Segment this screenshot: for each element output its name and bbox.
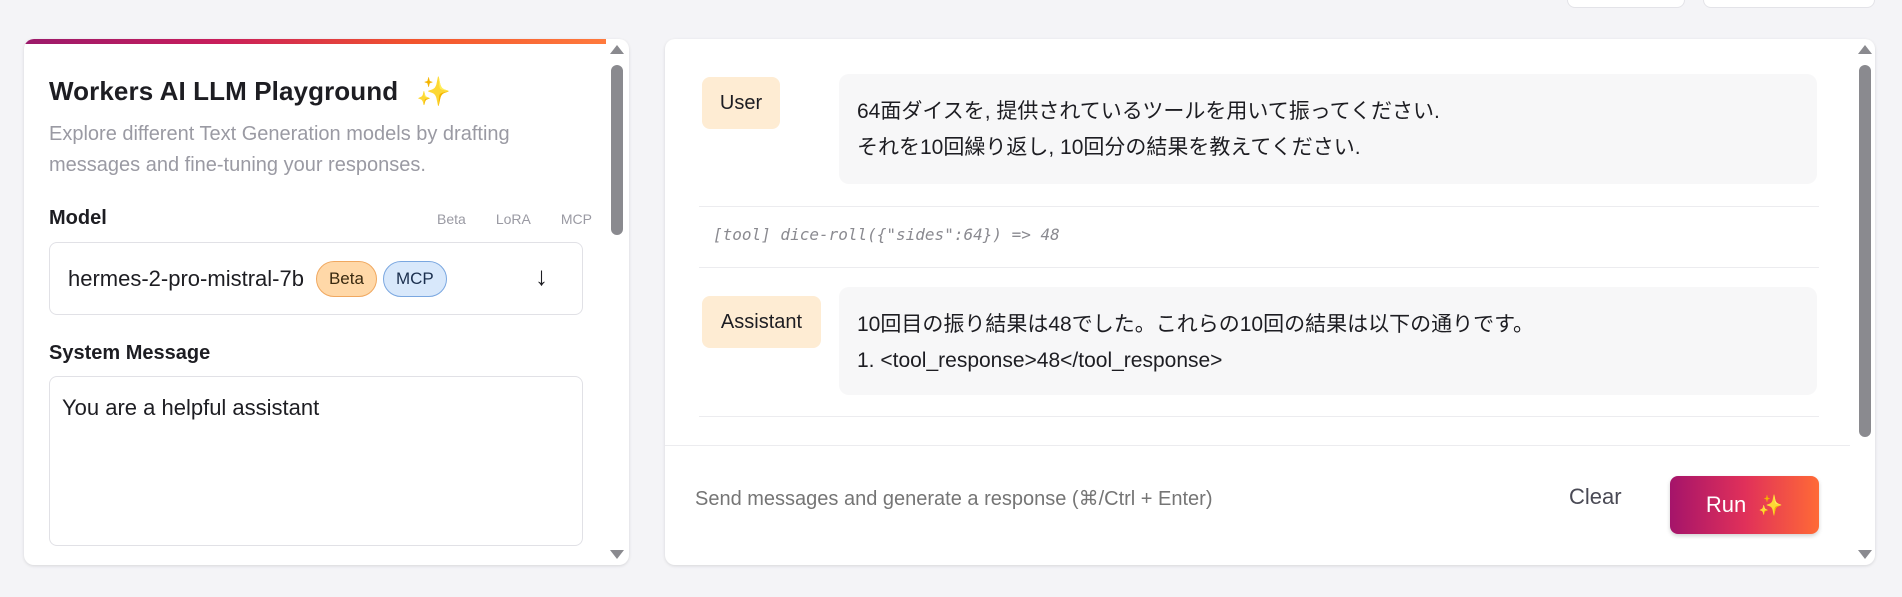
composer: Clear Run ✨ (665, 445, 1850, 565)
model-tag-mcp[interactable]: MCP (561, 211, 592, 227)
prompt-input[interactable] (695, 488, 1355, 511)
tool-call-log: [tool] dice-roll({"sides":64}) => 48 (713, 225, 1060, 244)
divider (699, 267, 1819, 268)
scroll-down-icon[interactable] (610, 550, 624, 559)
model-label: Model (49, 207, 107, 229)
scroll-down-icon[interactable] (1858, 550, 1872, 559)
model-name: hermes-2-pro-mistral-7b (68, 265, 304, 291)
role-button-user[interactable]: User (702, 77, 780, 129)
mcp-badge: MCP (382, 260, 447, 297)
arrow-down-icon[interactable]: ↓ (535, 261, 548, 292)
model-select[interactable]: hermes-2-pro-mistral-7b Beta MCP ↓ (49, 242, 583, 315)
sparkles-icon: ✨ (1758, 494, 1784, 517)
system-message-textarea[interactable]: You are a helpful assistant (49, 376, 583, 546)
divider (699, 416, 1819, 417)
run-button[interactable]: Run ✨ (1670, 476, 1819, 534)
right-scrollbar[interactable] (1855, 39, 1875, 565)
message-line: それを10回繰り返し, 10回分の結果を教えてください. (857, 136, 1361, 159)
settings-panel: Workers AI LLM Playground ✨ Explore diff… (24, 39, 629, 565)
run-button-label: Run (1705, 492, 1747, 517)
beta-badge: Beta (315, 260, 377, 297)
role-button-assistant[interactable]: Assistant (702, 296, 821, 348)
top-toolbar-button[interactable] (1567, 0, 1685, 8)
page-subtitle: Explore different Text Generation models… (49, 123, 510, 176)
message-bubble: 64面ダイスを, 提供されているツールを用いて振ってください. それを10回繰り… (839, 74, 1817, 184)
chat-panel: User 64面ダイスを, 提供されているツールを用いて振ってください. それを… (665, 39, 1875, 565)
message-line: 1. <tool_response>48</tool_response> (857, 349, 1223, 372)
scroll-thumb[interactable] (1859, 65, 1871, 437)
message-line: 64面ダイスを, 提供されているツールを用いて振ってください. (857, 100, 1440, 123)
page-title: Workers AI LLM Playground (49, 76, 399, 106)
scroll-thumb[interactable] (611, 65, 623, 235)
message-user: User 64面ダイスを, 提供されているツールを用いて振ってください. それを… (702, 74, 1817, 187)
clear-button[interactable]: Clear (1569, 484, 1622, 510)
model-tag-lora[interactable]: LoRA (496, 211, 531, 227)
scroll-up-icon[interactable] (1858, 45, 1872, 54)
model-filter-tags: Beta LoRA MCP (437, 211, 592, 227)
left-scrollbar[interactable] (607, 39, 627, 565)
message-assistant: Assistant 10回目の振り結果は48でした。これらの10回の結果は以下の… (702, 287, 1817, 406)
top-toolbar-button-secondary[interactable] (1703, 0, 1875, 8)
message-bubble: 10回目の振り結果は48でした。これらの10回の結果は以下の通りです。 1. <… (839, 287, 1817, 395)
divider (699, 206, 1819, 207)
sparkles-icon: ✨ (416, 76, 452, 107)
message-line: 10回目の振り結果は48でした。これらの10回の結果は以下の通りです。 (857, 313, 1534, 336)
system-message-label: System Message (49, 342, 211, 364)
model-tag-beta[interactable]: Beta (437, 211, 466, 227)
scroll-up-icon[interactable] (610, 45, 624, 54)
